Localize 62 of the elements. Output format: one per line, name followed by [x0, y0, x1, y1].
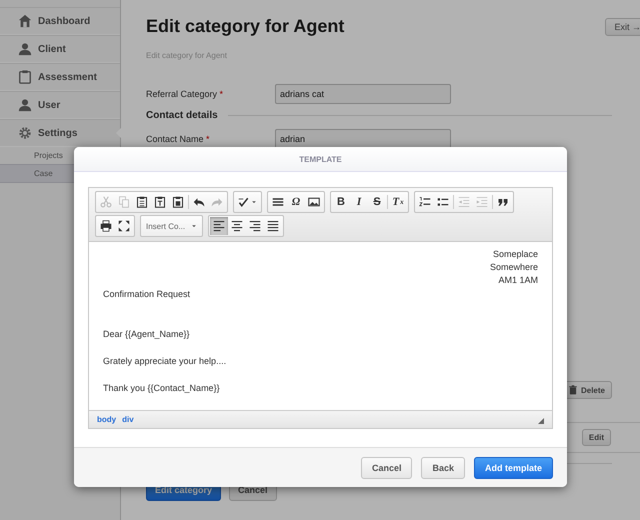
insert-dropdown[interactable]: Insert Co...: [142, 217, 202, 235]
align-right-icon: [249, 220, 262, 232]
person-icon: [18, 98, 32, 112]
letter-paragraph: Thank you {{Contact_Name}}: [103, 382, 221, 395]
quote-icon: [497, 196, 509, 208]
gear-icon: [18, 126, 32, 140]
address-line: AM1 1AM: [497, 274, 538, 287]
cancel-button[interactable]: Cancel: [360, 457, 412, 479]
add-template-button[interactable]: Add template: [474, 457, 553, 479]
letter-paragraph: Confirmation Request: [103, 288, 192, 301]
letter-paragraph: Grately appreciate your help....: [103, 355, 228, 368]
toolbar-button[interactable]: [210, 217, 228, 235]
sidebar-item[interactable]: Client: [0, 35, 120, 63]
person-icon: [18, 42, 32, 56]
clipboard-icon: [136, 196, 148, 208]
letter-paragraph: Dear {{Agent_Name}}: [103, 328, 191, 341]
field-label: Referral Category *: [146, 89, 224, 99]
format-button[interactable]: Ω: [287, 193, 305, 211]
align-left-icon: [213, 220, 226, 232]
section-title: Contact details: [146, 110, 218, 121]
address-line: Someplace: [492, 248, 538, 261]
justify-icon: [267, 220, 280, 232]
outdent-icon: [458, 196, 470, 208]
element-path-link[interactable]: body: [97, 415, 116, 424]
redo-icon: [211, 196, 223, 208]
text-field[interactable]: adrians cat: [275, 84, 451, 104]
home-icon: [18, 14, 32, 28]
numbered-list-icon: [419, 196, 431, 208]
spellcheck-icon: [238, 196, 250, 208]
align-center-icon: [231, 220, 244, 232]
image-icon: [308, 196, 320, 208]
element-path-link[interactable]: div: [122, 415, 134, 424]
caret-icon: [191, 223, 198, 229]
sidebar-item[interactable]: Assessment: [0, 63, 120, 91]
indent-icon: [476, 196, 488, 208]
format-button[interactable]: I: [350, 193, 368, 211]
printer-icon: [100, 220, 112, 232]
resize-grip-icon: [536, 416, 544, 424]
page-title: Edit category for Agent: [146, 16, 344, 37]
maximize-icon: [118, 220, 130, 232]
dialog-title: TEMPLATE: [299, 154, 342, 164]
text-field[interactable]: adrian: [275, 129, 451, 149]
address-line: Somewhere: [488, 261, 538, 274]
exit-button[interactable]: Exit →: [605, 18, 640, 36]
caret-icon: [251, 199, 257, 205]
back-button[interactable]: Back: [421, 457, 465, 479]
bulleted-list-icon: [437, 196, 449, 208]
clipboard-icon: [154, 196, 166, 208]
horizontal-line-icon: [272, 196, 284, 208]
trash-icon: [568, 385, 578, 395]
copy-icon: [118, 196, 130, 208]
field-label: Contact Name *: [146, 134, 211, 144]
clipboard-icon: [172, 196, 184, 208]
page-subtitle: Edit category for Agent: [146, 51, 228, 60]
sidebar-item[interactable]: Settings: [0, 119, 120, 147]
edit-button[interactable]: Edit: [582, 429, 611, 446]
format-button[interactable]: B: [332, 193, 350, 211]
clipboard-icon: [18, 70, 32, 84]
sidebar-item[interactable]: Dashboard: [0, 7, 120, 35]
undo-icon: [193, 196, 205, 208]
format-button[interactable]: S: [368, 193, 386, 211]
scissors-icon: [100, 196, 112, 208]
